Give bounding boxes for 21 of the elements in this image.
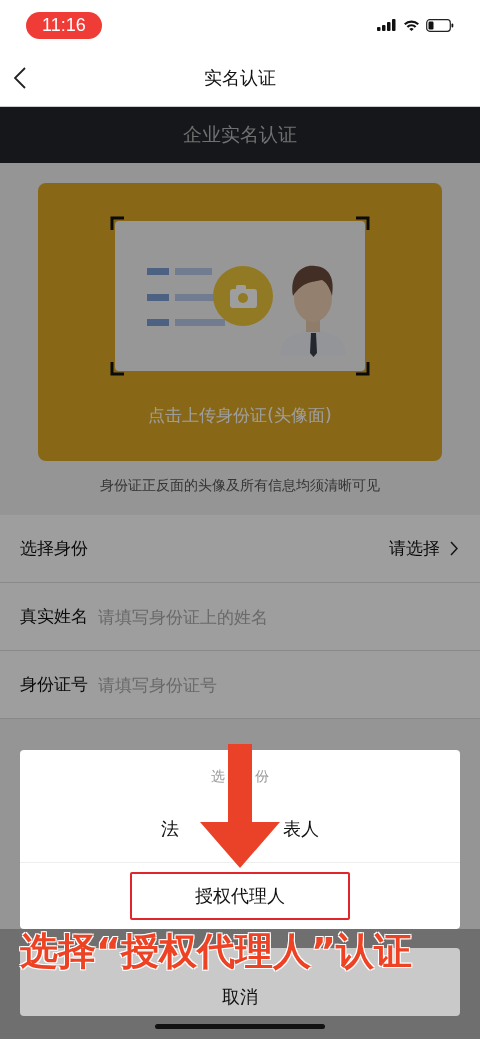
down-arrow-icon [200, 744, 280, 868]
field-label: 身份证号 [20, 673, 88, 696]
select-value[interactable]: 请选择 [389, 537, 440, 560]
banner-title: 企业实名认证 [183, 122, 297, 147]
upload-label: 点击上传身份证(头像面) [148, 404, 332, 427]
sheet-option[interactable]: 授权代理人 [195, 884, 285, 908]
sheet-option[interactable]: 法 [161, 817, 179, 841]
battery-icon [426, 18, 454, 32]
form-row[interactable]: 选择身份 请选择 [0, 515, 480, 583]
field-label: 真实姓名 [20, 605, 88, 628]
field-label: 选择身份 [20, 537, 88, 560]
page-title: 实名认证 [204, 66, 276, 90]
sheet-option[interactable]: 表人 [283, 817, 319, 841]
sheet-title-fragment: 份 [255, 768, 269, 786]
status-time: 11:16 [26, 11, 102, 39]
signal-icon [377, 19, 397, 31]
sheet-title-fragment: 选 [211, 768, 225, 786]
chevron-right-icon [450, 541, 458, 556]
back-icon[interactable] [14, 67, 26, 89]
wifi-icon [403, 19, 420, 31]
upload-hint: 身份证正反面的头像及所有信息均须清晰可见 [100, 477, 380, 495]
